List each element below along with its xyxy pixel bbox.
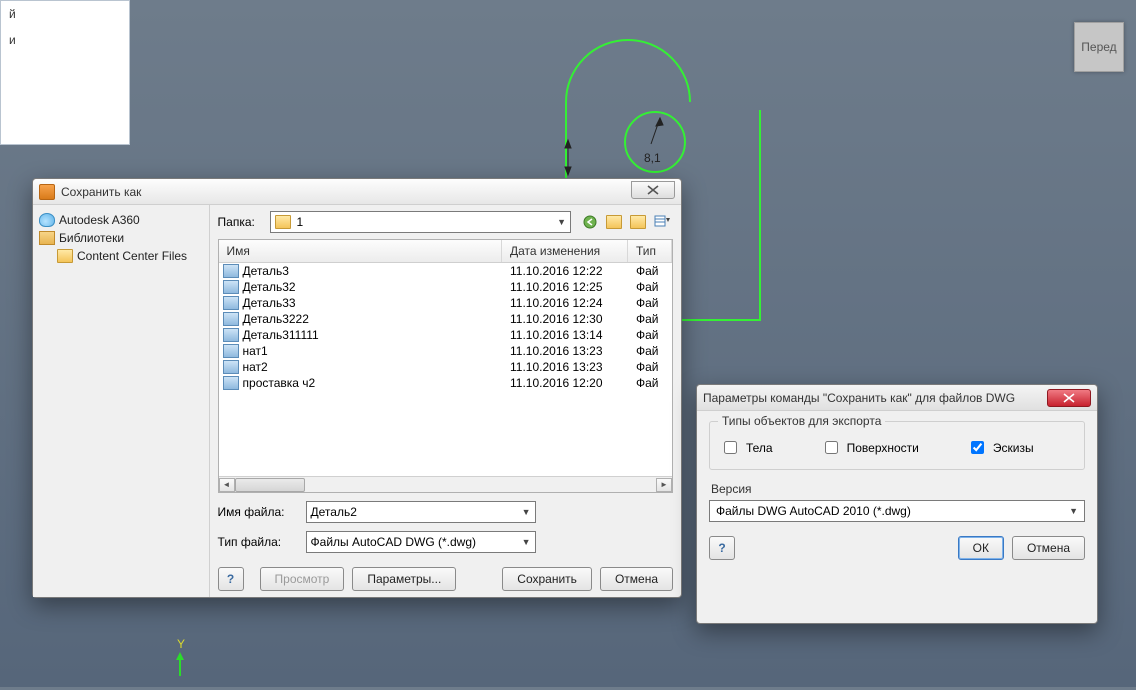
new-folder-icon — [630, 215, 646, 229]
version-select[interactable]: Файлы DWG AutoCAD 2010 (*.dwg)▼ — [709, 500, 1085, 522]
cloud-icon — [39, 213, 55, 227]
version-label: Версия — [711, 482, 1085, 496]
file-row[interactable]: Деталь311.10.2016 12:22Фай — [219, 263, 672, 279]
file-row[interactable]: нат211.10.2016 13:23Фай — [219, 359, 672, 375]
filename-label: Имя файла: — [218, 505, 298, 519]
cancel-button[interactable]: Отмена — [600, 567, 673, 591]
file-row[interactable]: Деталь322211.10.2016 12:30Фай — [219, 311, 672, 327]
part-icon — [223, 312, 239, 326]
export-types-group: Типы объектов для экспорта Тела Поверхно… — [709, 421, 1085, 470]
part-icon — [223, 360, 239, 374]
tree-item-libs[interactable]: Библиотеки — [37, 229, 205, 247]
scroll-thumb[interactable] — [235, 478, 305, 492]
view-menu-button[interactable] — [651, 211, 673, 233]
horizontal-scrollbar[interactable]: ◄ ► — [219, 476, 672, 492]
column-date[interactable]: Дата изменения — [502, 240, 628, 262]
inventor-icon — [39, 184, 55, 200]
tree-item-a360[interactable]: Autodesk A360 — [37, 211, 205, 229]
svg-text:8,1: 8,1 — [644, 151, 661, 165]
file-row[interactable]: нат111.10.2016 13:23Фай — [219, 343, 672, 359]
help-button[interactable]: ? — [709, 536, 735, 560]
nav-tree: Autodesk A360 Библиотеки Content Center … — [33, 205, 210, 597]
titlebar[interactable]: Параметры команды "Сохранить как" для фа… — [697, 385, 1097, 411]
back-button[interactable] — [579, 211, 601, 233]
folder-label: Папка: — [218, 215, 262, 229]
save-button[interactable]: Сохранить — [502, 567, 592, 591]
window-title: Параметры команды "Сохранить как" для фа… — [703, 391, 1047, 405]
help-button[interactable]: ? — [218, 567, 244, 591]
column-name[interactable]: Имя — [219, 240, 502, 262]
tree-item-ccf[interactable]: Content Center Files — [37, 247, 205, 265]
file-row[interactable]: Деталь31111111.10.2016 13:14Фай — [219, 327, 672, 343]
up-button[interactable] — [603, 211, 625, 233]
scroll-left-button[interactable]: ◄ — [219, 478, 235, 492]
folder-icon — [275, 215, 291, 229]
close-button[interactable] — [631, 181, 675, 199]
dwg-options-dialog: Параметры команды "Сохранить как" для фа… — [696, 384, 1098, 624]
part-icon — [223, 344, 239, 358]
file-row[interactable]: проставка ч211.10.2016 12:20Фай — [219, 375, 672, 391]
part-icon — [223, 296, 239, 310]
params-button[interactable]: Параметры... — [352, 567, 456, 591]
svg-text:Y: Y — [177, 637, 185, 651]
checkbox-bodies[interactable]: Тела — [720, 438, 773, 457]
group-legend: Типы объектов для экспорта — [718, 414, 885, 428]
save-as-dialog: Сохранить как Autodesk A360 Библиотеки C… — [32, 178, 682, 598]
titlebar[interactable]: Сохранить как — [33, 179, 681, 205]
filename-input[interactable]: Деталь2▼ — [306, 501, 536, 523]
preview-button[interactable]: Просмотр — [260, 567, 345, 591]
left-panel-item: й — [1, 1, 129, 27]
checkbox-sketches[interactable]: Эскизы — [967, 438, 1034, 457]
viewcube[interactable]: Перед — [1074, 22, 1124, 72]
folder-combo[interactable]: 1 ▼ — [270, 211, 571, 233]
close-button[interactable] — [1047, 389, 1091, 407]
column-type[interactable]: Тип — [628, 240, 672, 262]
filetype-select[interactable]: Файлы AutoCAD DWG (*.dwg)▼ — [306, 531, 536, 553]
filetype-label: Тип файла: — [218, 535, 298, 549]
part-icon — [223, 280, 239, 294]
left-nav-panel: й и — [0, 0, 130, 145]
part-icon — [223, 264, 239, 278]
part-icon — [223, 376, 239, 390]
window-title: Сохранить как — [61, 185, 631, 199]
file-list: Имя Дата изменения Тип Деталь311.10.2016… — [218, 239, 673, 493]
new-folder-button[interactable] — [627, 211, 649, 233]
folder-up-icon — [606, 215, 622, 229]
book-icon — [39, 231, 55, 245]
cancel-button[interactable]: Отмена — [1012, 536, 1085, 560]
file-row[interactable]: Деталь3211.10.2016 12:25Фай — [219, 279, 672, 295]
left-panel-item: и — [1, 27, 129, 53]
ok-button[interactable]: ОК — [958, 536, 1004, 560]
folder-icon — [57, 249, 73, 263]
checkbox-surfaces[interactable]: Поверхности — [821, 438, 919, 457]
file-row[interactable]: Деталь3311.10.2016 12:24Фай — [219, 295, 672, 311]
scroll-right-button[interactable]: ► — [656, 478, 672, 492]
part-icon — [223, 328, 239, 342]
